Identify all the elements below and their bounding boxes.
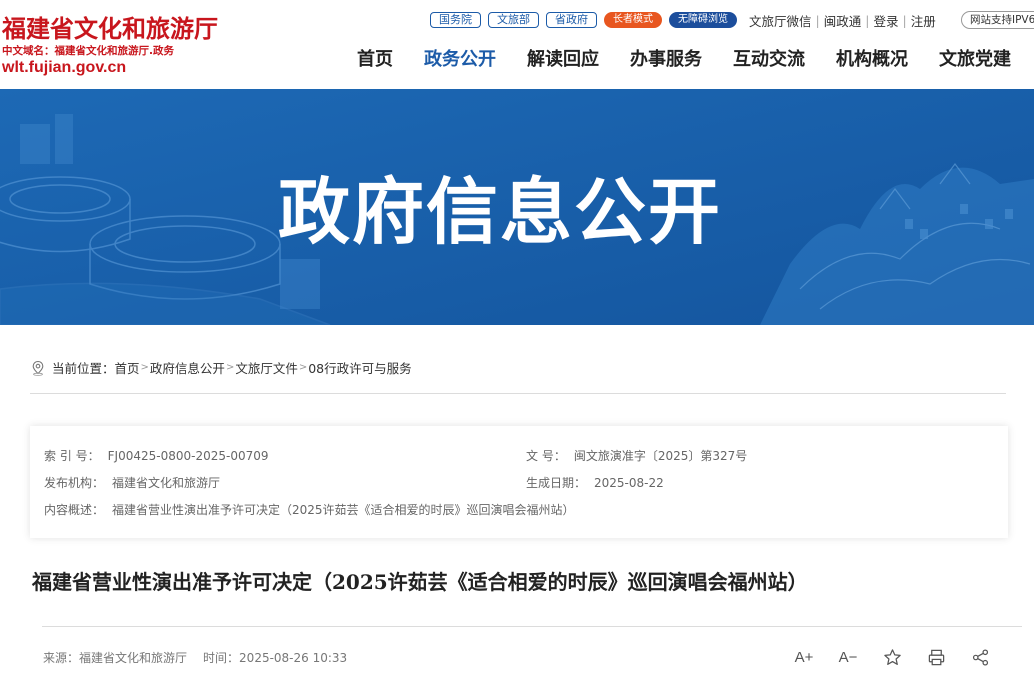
meta-index-value: FJ00425-0800-2025-00709	[107, 449, 269, 463]
meta-date: 生成日期： 2025-08-22	[526, 474, 664, 491]
article-divider	[42, 626, 1022, 627]
meta-index-label: 索 引 号：	[44, 449, 100, 463]
document-meta-box: 索 引 号： FJ00425-0800-2025-00709 文 号： 闽文旅演准字…	[30, 426, 1008, 538]
star-icon	[883, 648, 901, 665]
font-decrease-button[interactable]: A−	[837, 646, 859, 668]
breadcrumb-prefix: 当前位置：	[52, 361, 115, 376]
breadcrumb-home[interactable]: 首页	[115, 358, 140, 377]
meta-summary-value: 福建省营业性演出准予许可决定（2025许茹芸《适合相爱的时辰》巡回演唱会福州站）	[112, 503, 575, 517]
article-tools: A+ A−	[793, 646, 1013, 668]
nav-services[interactable]: 办事服务	[630, 45, 702, 71]
meta-index: 索 引 号： FJ00425-0800-2025-00709	[44, 447, 269, 464]
link-guowuyuan[interactable]: 国务院	[430, 12, 481, 28]
source-label: 来源：	[43, 651, 80, 665]
banner-title: 政府信息公开	[278, 170, 723, 254]
article-title: 福建省营业性演出准予许可决定（2025许茹芸《适合相爱的时辰》巡回演唱会福州站）	[32, 570, 808, 594]
time-value: 2025-08-26 10:33	[239, 651, 348, 665]
font-decrease-icon: A−	[838, 648, 858, 666]
site-domain: wlt.fujian.gov.cn	[2, 59, 127, 76]
main-nav: 首页 政务公开 解读回应 办事服务 互动交流 机构概况 文旅党建	[357, 45, 1034, 71]
nav-organization[interactable]: 机构概况	[836, 45, 908, 71]
ipv6-badge: 网站支持IPV6	[961, 11, 1034, 29]
meta-summary: 内容概述： 福建省营业性演出准予许可决定（2025许茹芸《适合相爱的时辰》巡回演唱…	[44, 501, 575, 518]
meta-publisher-value: 福建省文化和旅游厅	[112, 476, 221, 490]
meta-summary-label: 内容概述：	[44, 503, 105, 517]
meta-docno-value: 闽文旅演准字〔2025〕第327号	[573, 449, 748, 463]
nav-interpretation[interactable]: 解读回应	[527, 45, 599, 71]
separator: |	[865, 12, 870, 28]
meta-publisher: 发布机构： 福建省文化和旅游厅	[44, 474, 220, 491]
meta-publisher-label: 发布机构：	[44, 476, 105, 490]
share-button[interactable]	[969, 646, 991, 668]
breadcrumb-divider	[30, 393, 1006, 394]
minzhengtong-link[interactable]: 闽政通	[824, 11, 862, 30]
source-value: 福建省文化和旅游厅	[79, 651, 188, 665]
wechat-link[interactable]: 文旅厅微信	[749, 11, 812, 30]
breadcrumb-category[interactable]: 08行政许可与服务	[308, 358, 411, 377]
elder-mode-button[interactable]: 长者模式	[604, 12, 662, 28]
meta-date-label: 生成日期：	[526, 476, 587, 490]
site-logo-title[interactable]: 福建省文化和旅游厅	[2, 9, 218, 44]
top-utility-bar: 国务院 文旅部 省政府 长者模式 无障碍浏览 文旅厅微信 | 闽政通 | 登录 …	[430, 11, 936, 29]
login-link[interactable]: 登录	[873, 11, 898, 30]
nav-home[interactable]: 首页	[357, 45, 393, 71]
top-links: 文旅厅微信 | 闽政通 | 登录 | 注册	[749, 11, 936, 30]
breadcrumb: 当前位置： 首页 > 政府信息公开 > 文旅厅文件 > 08行政许可与服务	[30, 358, 412, 377]
meta-docno: 文 号： 闽文旅演准字〔2025〕第327号	[526, 447, 747, 464]
nav-interaction[interactable]: 互动交流	[733, 45, 805, 71]
font-increase-button[interactable]: A+	[793, 646, 815, 668]
site-cn-domain: 中文域名：福建省文化和旅游厅.政务	[2, 45, 174, 57]
hero-banner: 政府信息公开	[0, 89, 1034, 325]
link-wenlvbu[interactable]: 文旅部	[488, 12, 539, 28]
meta-docno-label: 文 号：	[526, 449, 566, 463]
breadcrumb-arrow-icon: >	[298, 362, 308, 373]
separator: |	[815, 12, 820, 28]
accessibility-button[interactable]: 无障碍浏览	[669, 12, 737, 28]
separator: |	[902, 12, 907, 28]
breadcrumb-docs[interactable]: 文旅厅文件	[235, 358, 298, 377]
time-label: 时间：	[203, 651, 240, 665]
site-header: 福建省文化和旅游厅 中文域名：福建省文化和旅游厅.政务 wlt.fujian.g…	[0, 0, 1034, 89]
register-link[interactable]: 注册	[911, 11, 936, 30]
breadcrumb-arrow-icon: >	[140, 362, 149, 373]
share-icon	[972, 648, 988, 666]
font-increase-icon: A+	[794, 648, 814, 666]
print-button[interactable]	[925, 646, 947, 668]
nav-gov-affairs[interactable]: 政务公开	[424, 45, 496, 71]
location-pin-icon	[32, 360, 44, 376]
breadcrumb-gov-info[interactable]: 政府信息公开	[150, 358, 225, 377]
article-source-row: 来源：福建省文化和旅游厅 时间：2025-08-26 10:33	[43, 649, 347, 666]
favorite-button[interactable]	[881, 646, 903, 668]
breadcrumb-arrow-icon: >	[225, 362, 235, 373]
meta-date-value: 2025-08-22	[594, 476, 664, 490]
print-icon	[928, 649, 944, 665]
nav-party-building[interactable]: 文旅党建	[939, 45, 1011, 71]
link-shengzhengfu[interactable]: 省政府	[546, 12, 597, 28]
